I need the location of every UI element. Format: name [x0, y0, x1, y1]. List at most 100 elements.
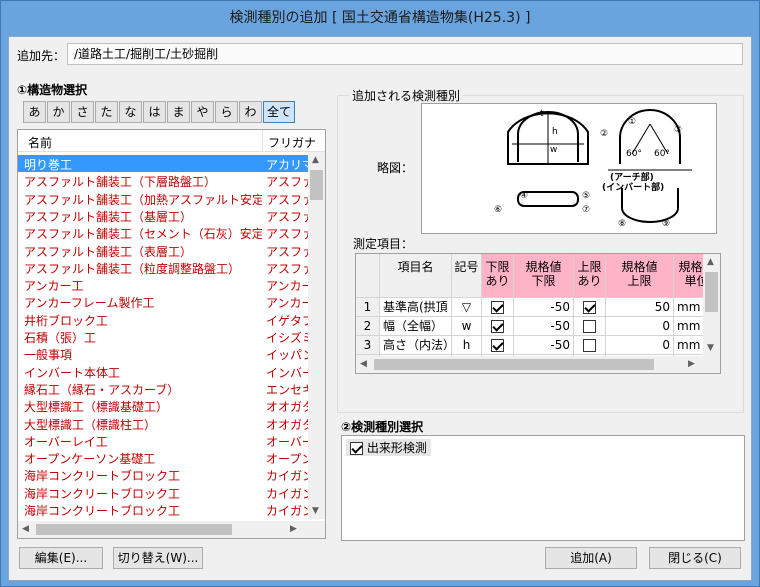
list-item[interactable]: アスファルト舗装工（下層路盤工） アスファル [18, 172, 308, 189]
list-item[interactable]: 海岸コンクリートブロック工 カイガン [18, 501, 308, 518]
vscroll-thumb[interactable] [310, 170, 323, 200]
kana-tab-4[interactable]: な [119, 101, 142, 123]
grid-cell-name[interactable]: 幅（全幅） [380, 317, 452, 336]
grid-cell-name[interactable]: 高さ（内法） [380, 336, 452, 355]
column-header-name[interactable]: 名前 [28, 134, 52, 151]
inspection-type-checkbox[interactable] [350, 442, 363, 455]
list-item[interactable]: 大型標識工（標識基礎工） オオガタ [18, 397, 308, 414]
scroll-down-arrow-icon[interactable]: ▼ [312, 506, 319, 516]
upper-limit-checkbox[interactable] [583, 301, 596, 314]
kana-tab-7[interactable]: や [191, 101, 214, 123]
grid-cell-symbol[interactable]: ▽ [452, 298, 482, 317]
grid-cell-lower[interactable]: -50 [514, 298, 574, 317]
svg-text:h: h [552, 127, 558, 137]
list-item[interactable]: 一般事項 イッパンジ [18, 345, 308, 362]
scroll-left-arrow-icon[interactable]: ◀ [360, 359, 367, 369]
kana-tab-9[interactable]: わ [239, 101, 262, 123]
list-item[interactable]: アンカー工 アンカー [18, 276, 308, 293]
kana-tab-3[interactable]: た [95, 101, 118, 123]
grid-column-header[interactable]: 下限 あり [482, 254, 514, 298]
grid-cell-no[interactable]: 1 [356, 298, 380, 317]
scroll-right-arrow-icon[interactable]: ▶ [688, 359, 695, 369]
lower-limit-checkbox[interactable] [491, 301, 504, 314]
grid-cell-upper_on[interactable] [574, 336, 606, 355]
scroll-up-arrow-icon[interactable]: ▲ [312, 155, 319, 165]
list-item[interactable]: アスファルト舗装工（粒度調整路盤工） アスファル [18, 259, 308, 276]
switch-button[interactable]: 切り替え(W)... [113, 547, 203, 569]
grid-column-header[interactable]: 記号 [452, 254, 482, 298]
grid-vscroll-thumb[interactable] [705, 272, 718, 312]
grid-cell-upper[interactable]: 0 [606, 317, 674, 336]
list-item[interactable]: 井桁ブロック工 イゲタブ [18, 311, 308, 328]
list-item-name: 海岸コンクリートブロック工 [24, 469, 181, 484]
kana-tab-10[interactable]: 全て [263, 101, 295, 123]
grid-cell-lower_on[interactable] [482, 317, 514, 336]
upper-limit-checkbox[interactable] [583, 320, 596, 333]
list-item[interactable]: アスファルト舗装工（基層工） アスファル [18, 207, 308, 224]
scroll-left-arrow-icon[interactable]: ◀ [22, 524, 29, 534]
grid-column-header[interactable] [356, 254, 380, 298]
list-item[interactable]: インバート本体工 インバー [18, 363, 308, 380]
grid-column-header[interactable]: 規格値 下限 [514, 254, 574, 298]
window-title: 検測種別の追加 [ 国土交通省構造物集(H25.3) ] [229, 10, 531, 26]
grid-cell-name[interactable]: 基準高(拱頂 [380, 298, 452, 317]
list-item[interactable]: 大型標識工（標識柱工） オオガタ [18, 415, 308, 432]
grid-cell-upper_on[interactable] [574, 317, 606, 336]
list-item-furigana: イッパンジ [266, 348, 308, 363]
structure-list[interactable]: 名前 フリガナ 明り巻工アカリマキアスファルト舗装工（下層路盤工）アスファルアス… [17, 129, 326, 539]
grid-column-header[interactable]: 規格値 上限 [606, 254, 674, 298]
kana-tab-2[interactable]: さ [71, 101, 94, 123]
structure-list-hscrollbar[interactable]: ◀ ▶ [18, 521, 325, 538]
list-item[interactable]: オープンケーソン基礎工 オープン [18, 449, 308, 466]
edit-button[interactable]: 編集(E)... [19, 547, 103, 569]
grid-cell-no[interactable]: 2 [356, 317, 380, 336]
scroll-up-arrow-icon[interactable]: ▲ [707, 257, 714, 267]
list-item[interactable]: アスファルト舗装工（表層工） アスファル [18, 242, 308, 259]
grid-cell-lower_on[interactable] [482, 298, 514, 317]
hscroll-thumb[interactable] [36, 524, 232, 535]
inspection-type-item[interactable]: 出来形検測 [346, 439, 431, 456]
upper-limit-checkbox[interactable] [583, 339, 596, 352]
add-button[interactable]: 追加(A) [545, 547, 637, 569]
list-item[interactable]: オーバーレイ工 オーバー [18, 432, 308, 449]
grid-cell-upper[interactable]: 0 [606, 336, 674, 355]
scroll-right-arrow-icon[interactable]: ▶ [290, 524, 297, 534]
grid-column-header[interactable]: 項目名 [380, 254, 452, 298]
grid-cell-symbol[interactable]: w [452, 317, 482, 336]
grid-hscrollbar[interactable]: ◀ ▶ [356, 356, 720, 373]
list-item[interactable]: 海岸コンクリートブロック工 カイガン [18, 484, 308, 501]
grid-column-header[interactable]: 上限 あり [574, 254, 606, 298]
kana-tab-1[interactable]: か [47, 101, 70, 123]
grid-cell-no[interactable]: 3 [356, 336, 380, 355]
list-item[interactable]: アスファルト舗装工（加熱アスファルト安定処... アスファル [18, 190, 308, 207]
list-item[interactable]: アスファルト舗装工（セメント（石灰）安定処... アスファル [18, 224, 308, 241]
kana-tab-6[interactable]: ま [167, 101, 190, 123]
grid-cell-lower_on[interactable] [482, 336, 514, 355]
kana-tab-5[interactable]: は [143, 101, 166, 123]
list-item-name: インバート本体工 [24, 365, 121, 380]
list-item[interactable]: 明り巻工 アカリマキ [18, 155, 308, 172]
grid-cell-upper_on[interactable] [574, 298, 606, 317]
grid-vscrollbar[interactable]: ▲ ▼ [703, 254, 720, 356]
grid-cell-symbol[interactable]: h [452, 336, 482, 355]
close-button[interactable]: 閉じる(C) [649, 547, 741, 569]
grid-cell-upper[interactable]: 50 [606, 298, 674, 317]
grid-hscroll-thumb[interactable] [374, 359, 654, 370]
kana-tab-8[interactable]: ら [215, 101, 238, 123]
lower-limit-checkbox[interactable] [491, 339, 504, 352]
grid-cell-lower[interactable]: -50 [514, 317, 574, 336]
column-header-furigana[interactable]: フリガナ [268, 134, 316, 151]
svg-text:⑤: ⑤ [582, 191, 590, 201]
measure-items-grid[interactable]: 項目名 記号 下限 あり 規格値 下限 上限 あり 規格値 上限 規格値 単位 1 基準高(拱頂… [355, 253, 721, 374]
list-item[interactable]: 石積（張）工 イシズミ [18, 328, 308, 345]
inspection-type-list[interactable]: 出来形検測 [341, 435, 745, 541]
kana-tab-0[interactable]: あ [23, 101, 46, 123]
svg-text:60°: 60° [654, 149, 670, 159]
structure-list-vscrollbar[interactable]: ▲ ▼ [308, 152, 325, 519]
list-item[interactable]: アンカーフレーム製作工 アンカー [18, 293, 308, 310]
list-item[interactable]: 縁石工（縁石・アスカーブ） エンセキ [18, 380, 308, 397]
list-item[interactable]: 海岸コンクリートブロック工 カイガン [18, 466, 308, 483]
lower-limit-checkbox[interactable] [491, 320, 504, 333]
scroll-down-arrow-icon[interactable]: ▼ [707, 343, 714, 353]
grid-cell-lower[interactable]: -50 [514, 336, 574, 355]
